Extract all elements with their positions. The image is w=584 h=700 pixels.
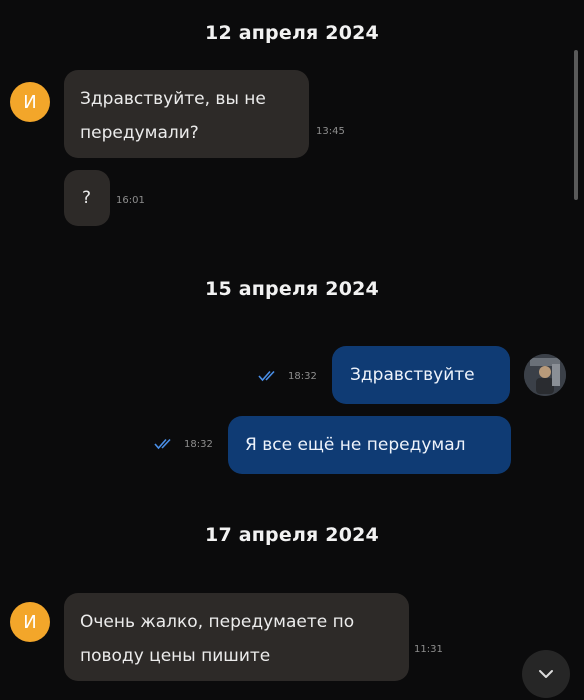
message-bubble-outgoing[interactable]: Здравствуйте bbox=[332, 346, 510, 404]
message-time: 16:01 bbox=[116, 195, 145, 206]
double-check-icon bbox=[154, 438, 171, 450]
sender-avatar[interactable]: И bbox=[10, 82, 50, 122]
message-text: ? bbox=[82, 188, 92, 208]
date-separator: 17 апреля 2024 bbox=[205, 524, 379, 546]
date-separator: 15 апреля 2024 bbox=[205, 278, 379, 300]
user-photo bbox=[524, 354, 566, 396]
message-text: Я все ещё не передумал bbox=[245, 435, 466, 455]
sender-avatar[interactable]: И bbox=[10, 602, 50, 642]
user-avatar[interactable] bbox=[524, 354, 566, 396]
message-bubble-outgoing[interactable]: Я все ещё не передумал bbox=[228, 416, 511, 474]
message-bubble-incoming[interactable]: ? bbox=[64, 170, 110, 226]
message-meta: 18:32 bbox=[258, 370, 317, 382]
message-bubble-incoming[interactable]: Очень жалко, передумаете по поводу цены … bbox=[64, 593, 409, 681]
date-separator: 12 апреля 2024 bbox=[205, 22, 379, 44]
double-check-icon bbox=[258, 370, 275, 382]
message-time: 11:31 bbox=[414, 644, 443, 655]
chevron-down-icon bbox=[539, 670, 553, 678]
message-text: Очень жалко, передумаете по bbox=[80, 612, 355, 632]
scrollbar[interactable] bbox=[574, 50, 578, 200]
message-text: передумали? bbox=[80, 123, 199, 143]
message-meta: 18:32 bbox=[154, 438, 213, 450]
message-bubble-incoming[interactable]: Здравствуйте, вы не передумали? bbox=[64, 70, 309, 158]
scroll-down-button[interactable] bbox=[522, 650, 570, 698]
message-text: поводу цены пишите bbox=[80, 646, 271, 666]
message-text: Здравствуйте bbox=[350, 365, 475, 385]
message-time: 18:32 bbox=[288, 370, 317, 382]
message-time: 13:45 bbox=[316, 126, 345, 137]
message-time: 18:32 bbox=[184, 438, 213, 450]
message-text: Здравствуйте, вы не bbox=[80, 89, 266, 109]
